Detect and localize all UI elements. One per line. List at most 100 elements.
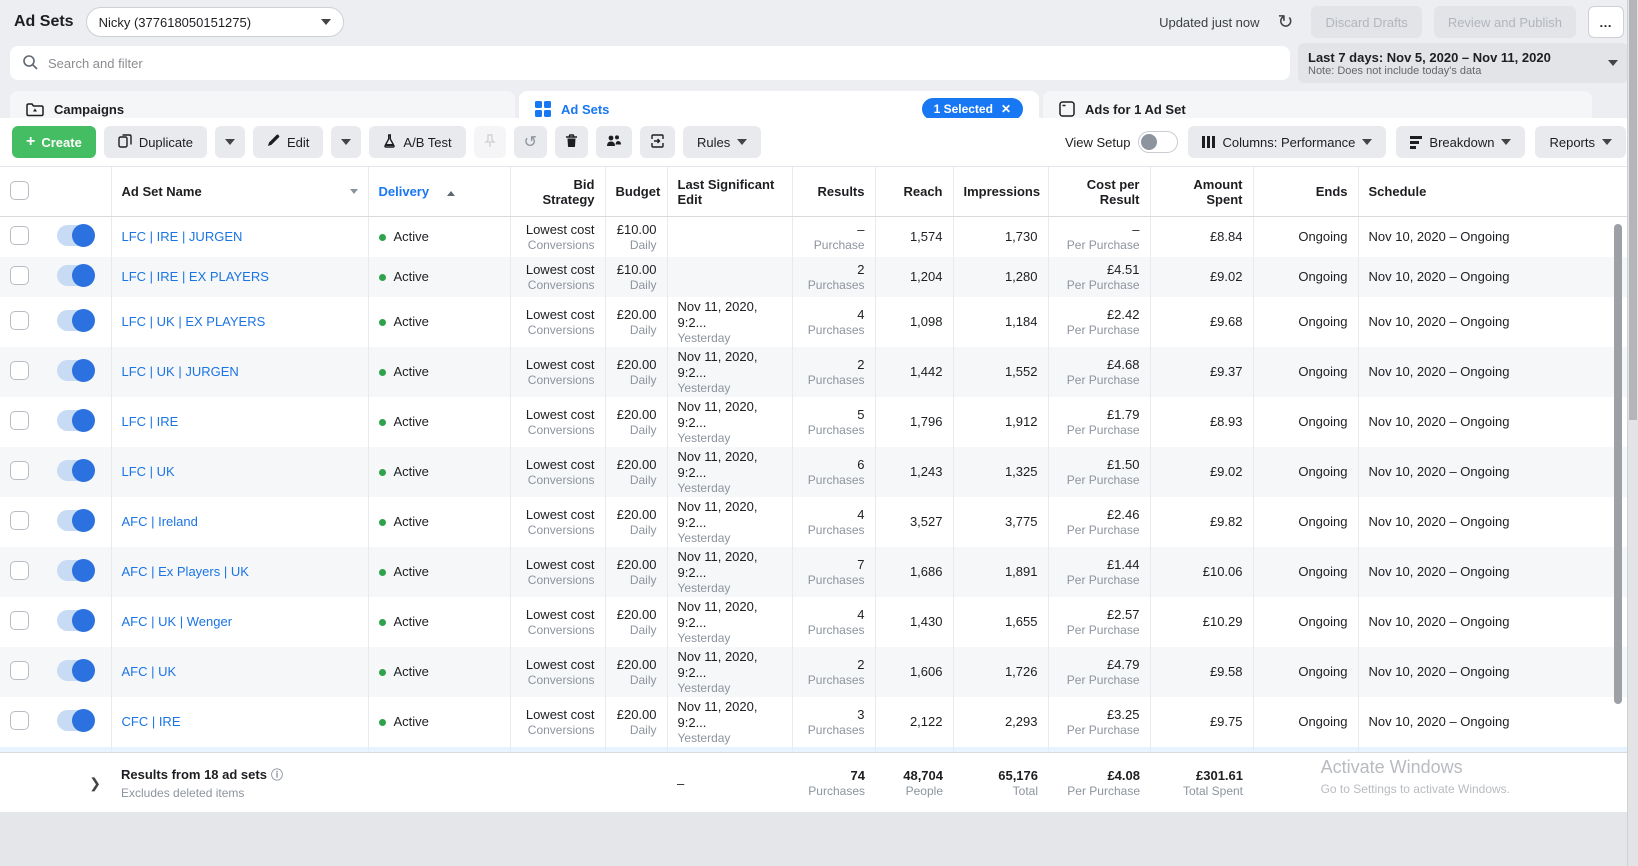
search-input[interactable]	[48, 56, 1278, 71]
status-toggle[interactable]	[57, 225, 94, 246]
reach-cell: 1,574	[875, 217, 953, 257]
edit-button[interactable]: Edit	[253, 126, 323, 158]
close-icon[interactable]: ✕	[1001, 102, 1011, 116]
refresh-button[interactable]: ↻	[1272, 9, 1300, 36]
header-amount-spent[interactable]: Amount Spent	[1150, 167, 1253, 217]
selected-count-badge[interactable]: 1 Selected ✕	[922, 98, 1023, 120]
schedule-cell: Nov 10, 2020 – Ongoing	[1358, 347, 1638, 397]
last-edit-cell: Nov 11, 2020, 9:2...Yesterday	[667, 447, 792, 497]
status-toggle[interactable]	[57, 460, 94, 481]
header-reach[interactable]: Reach	[875, 167, 953, 217]
window-scrollbar-thumb[interactable]	[1629, 0, 1637, 420]
ab-test-button-label: A/B Test	[403, 135, 451, 150]
row-checkbox[interactable]	[10, 461, 29, 480]
status-toggle[interactable]	[57, 510, 94, 531]
edit-dropdown-button[interactable]	[331, 126, 361, 158]
ad-set-name-link[interactable]: LFC | UK | EX PLAYERS	[122, 314, 266, 329]
account-selector[interactable]: Nicky (377618050151275)	[86, 7, 344, 37]
row-checkbox[interactable]	[10, 361, 29, 380]
pin-button[interactable]	[474, 126, 506, 158]
duplicate-button[interactable]: Duplicate	[104, 126, 207, 158]
ab-test-button[interactable]: A/B Test	[369, 126, 465, 158]
review-and-publish-button[interactable]: Review and Publish	[1434, 6, 1576, 38]
window-scrollbar[interactable]	[1627, 0, 1638, 866]
schedule-cell: Nov 10, 2020 – Ongoing	[1358, 297, 1638, 347]
rules-button[interactable]: Rules	[683, 126, 761, 158]
updated-status: Updated just now	[1159, 15, 1259, 30]
reach-cell: 1,606	[875, 647, 953, 697]
table-scrollbar-thumb[interactable]	[1614, 224, 1622, 704]
schedule-cell: Nov 10, 2020 – Ongoing	[1358, 597, 1638, 647]
audiences-button[interactable]	[596, 126, 632, 158]
refresh-icon: ↻	[1278, 12, 1294, 33]
columns-button[interactable]: Columns: Performance	[1188, 126, 1386, 158]
ad-set-name-link[interactable]: AFC | UK | Wenger	[122, 614, 233, 629]
status-toggle[interactable]	[57, 310, 94, 331]
row-checkbox[interactable]	[10, 311, 29, 330]
toggle-knob	[72, 309, 95, 332]
ad-set-name-link[interactable]: LFC | UK	[122, 464, 175, 479]
status-toggle[interactable]	[57, 360, 94, 381]
ad-set-name-link[interactable]: LFC | IRE | EX PLAYERS	[122, 269, 269, 284]
active-status-dot	[379, 569, 386, 576]
row-checkbox[interactable]	[10, 411, 29, 430]
row-checkbox[interactable]	[10, 711, 29, 730]
status-toggle[interactable]	[57, 410, 94, 431]
header-bid-strategy[interactable]: Bid Strategy	[510, 167, 605, 217]
header-ad-set-name[interactable]: Ad Set Name	[111, 167, 368, 217]
header-results[interactable]: Results	[792, 167, 875, 217]
row-checkbox[interactable]	[10, 561, 29, 580]
table-row: AFC | UK | Wenger Active Lowest costConv…	[0, 597, 1638, 647]
ad-set-name-link[interactable]: AFC | UK	[122, 664, 177, 679]
row-checkbox[interactable]	[10, 611, 29, 630]
ad-set-name-link[interactable]: AFC | Ireland	[122, 514, 198, 529]
row-checkbox[interactable]	[10, 661, 29, 680]
export-import-button[interactable]	[640, 126, 675, 158]
status-toggle[interactable]	[57, 610, 94, 631]
create-button[interactable]: + Create	[12, 126, 96, 158]
content-card: + Create Duplicate Edit	[0, 118, 1638, 812]
ad-set-name-link[interactable]: LFC | IRE	[122, 414, 179, 429]
breakdown-button[interactable]: Breakdown	[1396, 126, 1525, 158]
select-all-checkbox[interactable]	[10, 181, 29, 200]
rules-button-label: Rules	[697, 135, 730, 150]
ad-set-name-link[interactable]: LFC | IRE | JURGEN	[122, 229, 243, 244]
header-cost-per-result[interactable]: Cost per Result	[1048, 167, 1150, 217]
active-status-dot	[379, 619, 386, 626]
undo-button[interactable]: ↺	[514, 126, 547, 158]
row-checkbox[interactable]	[10, 266, 29, 285]
search-box[interactable]	[10, 46, 1290, 80]
more-options-button[interactable]: …	[1588, 6, 1624, 38]
ad-set-name-link[interactable]: LFC | UK | JURGEN	[122, 364, 239, 379]
status-toggle[interactable]	[57, 265, 94, 286]
header-last-significant-edit[interactable]: Last Significant Edit	[667, 167, 792, 217]
active-status-dot	[379, 234, 386, 241]
table-row: AFC | Ireland Active Lowest costConversi…	[0, 497, 1638, 547]
results-cell: 3Purchases	[792, 697, 875, 747]
expand-summary-chevron[interactable]: ❯	[89, 775, 101, 792]
header-schedule[interactable]: Schedule	[1358, 167, 1638, 217]
tab-ads-label: Ads for 1 Ad Set	[1085, 102, 1186, 117]
info-icon[interactable]: ⓘ	[271, 768, 283, 782]
view-setup-toggle[interactable]	[1138, 131, 1178, 153]
header-budget[interactable]: Budget	[605, 167, 667, 217]
amount-spent-cell: £9.58	[1150, 647, 1253, 697]
reports-button[interactable]: Reports	[1535, 126, 1626, 158]
row-checkbox[interactable]	[10, 511, 29, 530]
delete-button[interactable]	[555, 126, 588, 158]
header-delivery[interactable]: Delivery	[368, 167, 510, 217]
header-impressions[interactable]: Impressions	[953, 167, 1048, 217]
status-toggle[interactable]	[57, 710, 94, 731]
header-ends[interactable]: Ends	[1253, 167, 1358, 217]
status-toggle[interactable]	[57, 660, 94, 681]
ad-set-name-link[interactable]: CFC | IRE	[122, 714, 181, 729]
status-toggle[interactable]	[57, 560, 94, 581]
ad-set-name-link[interactable]: AFC | Ex Players | UK	[122, 564, 249, 579]
table-scrollbar[interactable]	[1614, 218, 1624, 750]
budget-cell: £20.00Daily	[605, 497, 667, 547]
ends-cell: Ongoing	[1253, 647, 1358, 697]
discard-drafts-button[interactable]: Discard Drafts	[1311, 6, 1421, 38]
date-range-selector[interactable]: Last 7 days: Nov 5, 2020 – Nov 11, 2020 …	[1298, 43, 1628, 83]
row-checkbox[interactable]	[10, 226, 29, 245]
duplicate-dropdown-button[interactable]	[215, 126, 245, 158]
